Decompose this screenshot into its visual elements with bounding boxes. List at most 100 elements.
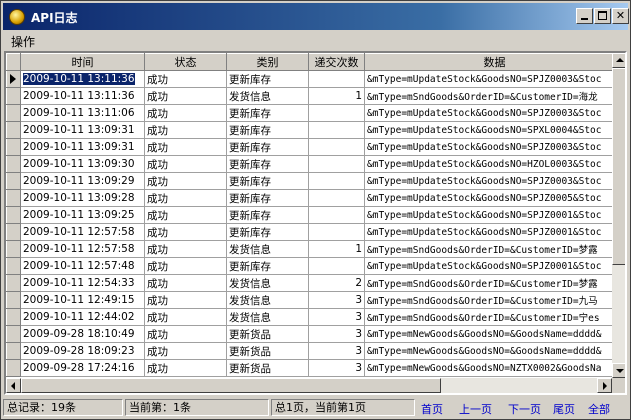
vertical-scrollbar[interactable] [612,53,625,378]
cell-time[interactable]: 2009-10-11 12:44:02 [20,308,145,326]
cell-submit-count[interactable] [308,138,365,156]
cell-data[interactable]: &mType=mUpdateStock&GoodsNO=SPJZ0003&Sto… [364,172,625,190]
table-row[interactable]: 2009-10-11 12:44:02 成功 发货信息 3 &mType=mSndGoo… [6,308,625,326]
cell-time[interactable]: 2009-09-28 18:09:23 [20,342,145,360]
cell-data[interactable]: &mType=mUpdateStock&GoodsNO=SPJZ0001&Sto… [364,257,625,275]
table-row[interactable]: 2009-10-11 13:11:06 成功 更新库存 &mType=mUpdateS… [6,104,625,122]
row-header[interactable] [6,87,21,105]
row-header[interactable] [6,172,21,190]
table-row[interactable]: 2009-10-11 13:09:29 成功 更新库存 &mType=mUpdateS… [6,172,625,190]
minimize-button[interactable] [576,8,593,24]
column-header-category[interactable]: 类别 [226,53,309,71]
table-row[interactable]: 2009-10-11 12:54:33 成功 发货信息 2 &mType=mSndGoo… [6,274,625,292]
row-header[interactable] [6,308,21,326]
cell-status[interactable]: 成功 [144,172,227,190]
cell-submit-count[interactable] [308,223,365,241]
cell-time[interactable]: 2009-10-11 12:57:58 [20,223,145,241]
scroll-down-button[interactable] [612,363,625,378]
cell-status[interactable]: 成功 [144,291,227,309]
horizontal-scroll-thumb[interactable] [21,378,441,393]
cell-status[interactable]: 成功 [144,342,227,360]
cell-time[interactable]: 2009-10-11 13:09:25 [20,206,145,224]
cell-category[interactable]: 更新货品 [226,342,309,360]
cell-status[interactable]: 成功 [144,325,227,343]
horizontal-scrollbar[interactable] [6,378,612,393]
cell-data[interactable]: &mType=mUpdateStock&GoodsNO=HZOL0003&Sto… [364,155,625,173]
cell-time[interactable]: 2009-09-28 18:10:49 [20,325,145,343]
cell-data[interactable]: &mType=mSndGoods&OrderID=&CustomerID=九马 [364,291,625,309]
cell-time[interactable]: 2009-10-11 12:57:48 [20,257,145,275]
row-header[interactable] [6,121,21,139]
cell-submit-count[interactable] [308,121,365,139]
cell-time[interactable]: 2009-10-11 13:11:36 [20,87,145,105]
row-header[interactable] [6,138,21,156]
cell-category[interactable]: 更新库存 [226,206,309,224]
cell-category[interactable]: 发货信息 [226,87,309,105]
cell-status[interactable]: 成功 [144,206,227,224]
maximize-button[interactable] [594,8,611,24]
last-page-link[interactable]: 尾页 [553,401,575,417]
cell-submit-count[interactable]: 3 [308,291,365,309]
cell-status[interactable]: 成功 [144,359,227,377]
cell-category[interactable]: 更新库存 [226,172,309,190]
cell-data[interactable]: &mType=mSndGoods&OrderID=&CustomerID=海龙 [364,87,625,105]
cell-submit-count[interactable] [308,155,365,173]
cell-time[interactable]: 2009-10-11 13:09:29 [20,172,145,190]
next-page-link[interactable]: 下一页 [508,401,541,417]
row-header[interactable] [6,359,21,377]
cell-data[interactable]: &mType=mUpdateStock&GoodsNO=SPJZ0003&Sto… [364,70,625,88]
cell-submit-count[interactable] [308,189,365,207]
table-row[interactable]: 2009-10-11 13:09:31 成功 更新库存 &mType=mUpdateS… [6,121,625,139]
row-header[interactable] [6,223,21,241]
row-header[interactable] [6,206,21,224]
all-link[interactable]: 全部 [588,401,610,417]
cell-time[interactable]: 2009-10-11 13:11:36 [20,70,145,88]
row-header[interactable] [6,155,21,173]
cell-status[interactable]: 成功 [144,70,227,88]
menu-operate[interactable]: 操作 [11,33,35,50]
table-row[interactable]: 2009-10-11 13:09:28 成功 更新库存 &mType=mUpdateS… [6,189,625,207]
table-row[interactable]: 2009-10-11 13:09:25 成功 更新库存 &mType=mUpdateS… [6,206,625,224]
table-row[interactable]: 2009-09-28 18:10:49 成功 更新货品 3 &mType=mNewGoo… [6,325,625,343]
cell-status[interactable]: 成功 [144,223,227,241]
column-header-submit-count[interactable]: 递交次数 [308,53,365,71]
cell-data[interactable]: &mType=mUpdateStock&GoodsNO=SPXL0004&Sto… [364,121,625,139]
row-header[interactable] [6,240,21,258]
cell-category[interactable]: 更新货品 [226,359,309,377]
cell-status[interactable]: 成功 [144,308,227,326]
first-page-link[interactable]: 首页 [421,401,443,417]
table-row[interactable]: 2009-10-11 13:11:36 成功 更新库存 &mType=mUpdateS… [6,70,625,88]
table-row[interactable]: 2009-10-11 12:57:58 成功 发货信息 1 &mType=mSndGoo… [6,240,625,258]
cell-status[interactable]: 成功 [144,257,227,275]
cell-time[interactable]: 2009-10-11 13:09:28 [20,189,145,207]
column-header-status[interactable]: 状态 [144,53,227,71]
cell-category[interactable]: 更新库存 [226,121,309,139]
cell-data[interactable]: &mType=mUpdateStock&GoodsNO=SPJZ0005&Sto… [364,189,625,207]
cell-submit-count[interactable]: 3 [308,359,365,377]
cell-category[interactable]: 发货信息 [226,291,309,309]
log-grid[interactable]: 时间 状态 类别 递交次数 数据 2009-10-11 13:11:36 成功 更新… [4,51,627,395]
cell-time[interactable]: 2009-10-11 13:09:31 [20,138,145,156]
cell-category[interactable]: 更新货品 [226,325,309,343]
table-row[interactable]: 2009-09-28 18:09:23 成功 更新货品 3 &mType=mNewGoo… [6,342,625,360]
cell-category[interactable]: 更新库存 [226,104,309,122]
row-header[interactable] [6,70,21,88]
cell-submit-count[interactable]: 3 [308,308,365,326]
cell-category[interactable]: 更新库存 [226,223,309,241]
cell-data[interactable]: &mType=mUpdateStock&GoodsNO=SPJZ0003&Sto… [364,104,625,122]
cell-data[interactable]: &mType=mSndGoods&OrderID=&CustomerID=梦露 [364,240,625,258]
row-header[interactable] [6,189,21,207]
column-header-time[interactable]: 时间 [20,53,145,71]
table-row[interactable]: 2009-09-28 17:24:16 成功 更新货品 3 &mType=mNewGoo… [6,359,625,377]
cell-status[interactable]: 成功 [144,104,227,122]
cell-time[interactable]: 2009-10-11 13:11:06 [20,104,145,122]
row-header[interactable] [6,257,21,275]
cell-submit-count[interactable]: 3 [308,325,365,343]
row-header[interactable] [6,325,21,343]
cell-data[interactable]: &mType=mUpdateStock&GoodsNO=SPJZ0001&Sto… [364,223,625,241]
cell-category[interactable]: 发货信息 [226,240,309,258]
cell-time[interactable]: 2009-09-28 17:24:16 [20,359,145,377]
cell-status[interactable]: 成功 [144,121,227,139]
vertical-scroll-thumb[interactable] [612,68,625,265]
cell-category[interactable]: 更新库存 [226,257,309,275]
